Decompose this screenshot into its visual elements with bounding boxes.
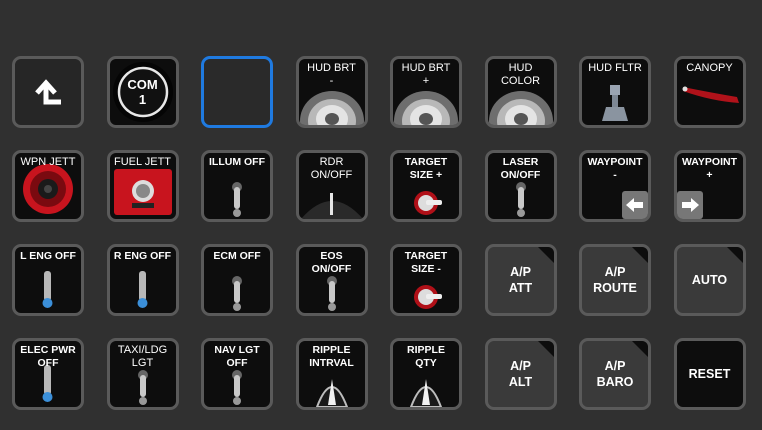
ap-route-button[interactable]: A/P ROUTE: [579, 244, 651, 316]
hud-fltr-label: HUD FLTR: [588, 62, 642, 74]
waypoint-plus-label: WAYPOINT +: [681, 156, 738, 181]
laser-onoff-button[interactable]: LASER ON/OFF: [484, 150, 557, 222]
illum-off-button[interactable]: ILLUM OFF: [201, 150, 273, 222]
wpn-jett-label: WPN JETT: [20, 156, 76, 168]
laser-onoff-label: LASER ON/OFF: [500, 156, 541, 181]
ap-alt-label: A/P ALT: [508, 359, 533, 389]
nav-lgt-off-button[interactable]: NAV LGT OFF: [201, 338, 273, 410]
auto-label: AUTO: [691, 273, 728, 287]
waypoint-plus-button[interactable]: WAYPOINT +: [673, 150, 746, 222]
l-eng-off-button[interactable]: L ENG OFF: [12, 244, 84, 316]
taxi-ldg-lgt-label: TAXI/LDG LGT: [117, 344, 168, 369]
ecm-off-button[interactable]: ECM OFF: [201, 244, 273, 316]
ripple-qty-label: RIPPLE QTY: [407, 344, 445, 369]
target-size-minus-label: TARGET SIZE -: [404, 250, 448, 275]
hud-brt-plus-button[interactable]: HUD BRT +: [390, 56, 462, 128]
r-eng-off-label: R ENG OFF: [113, 250, 172, 262]
canopy-button[interactable]: CANOPY: [673, 56, 746, 128]
ripple-intrval-label: RIPPLE INTRVAL: [309, 344, 354, 369]
target-size-plus-label: TARGET SIZE +: [404, 156, 448, 181]
canopy-label: CANOPY: [686, 62, 733, 74]
ap-att-label: A/P ATT: [508, 265, 533, 295]
fuel-jett-button[interactable]: FUEL JETT: [106, 150, 179, 222]
empty-button[interactable]: [201, 56, 273, 128]
com1-label: COM 1: [127, 77, 158, 107]
hud-brt-plus-label: HUD BRT +: [401, 62, 451, 87]
eos-onoff-button[interactable]: EOS ON/OFF: [295, 244, 368, 316]
nav-lgt-off-label: NAV LGT OFF: [214, 344, 260, 369]
wpn-jett-button[interactable]: WPN JETT: [12, 150, 84, 222]
ap-alt-button[interactable]: A/P ALT: [484, 338, 557, 410]
illum-off-label: ILLUM OFF: [209, 156, 265, 168]
rdr-onoff-button[interactable]: RDR ON/OFF: [295, 150, 368, 222]
elec-pwr-off-button[interactable]: ELEC PWR OFF: [12, 338, 84, 410]
target-size-minus-button[interactable]: TARGET SIZE -: [390, 244, 462, 316]
hud-color-label: HUD COLOR: [500, 62, 541, 87]
com1-button[interactable]: COM 1: [106, 56, 179, 128]
elec-pwr-off-label: ELEC PWR OFF: [20, 344, 76, 369]
ap-att-button[interactable]: A/P ATT: [484, 244, 557, 316]
hud-brt-minus-label: HUD BRT -: [307, 62, 356, 87]
back-button[interactable]: [12, 56, 84, 128]
waypoint-minus-label: WAYPOINT -: [587, 156, 643, 181]
hud-brt-minus-button[interactable]: HUD BRT -: [295, 56, 368, 128]
reset-label: RESET: [688, 367, 731, 381]
ecm-off-label: ECM OFF: [213, 250, 261, 262]
fuel-jett-label: FUEL JETT: [113, 156, 172, 168]
reset-button[interactable]: RESET: [673, 338, 746, 410]
hud-color-button[interactable]: HUD COLOR: [484, 56, 557, 128]
back-arrow-icon: [35, 79, 61, 105]
auto-button[interactable]: AUTO: [673, 244, 746, 316]
button-grid: COM 1 HUD BRT - HUD BRT + HUD COLOR HUD FLTR…: [12, 56, 746, 410]
ap-baro-button[interactable]: A/P BARO: [579, 338, 651, 410]
hud-fltr-button[interactable]: HUD FLTR: [579, 56, 651, 128]
eos-onoff-label: EOS ON/OFF: [311, 250, 352, 275]
taxi-ldg-lgt-button[interactable]: TAXI/LDG LGT: [106, 338, 179, 410]
rdr-onoff-label: RDR ON/OFF: [310, 156, 353, 181]
r-eng-off-button[interactable]: R ENG OFF: [106, 244, 179, 316]
ap-baro-label: A/P BARO: [596, 359, 634, 389]
l-eng-off-label: L ENG OFF: [20, 250, 76, 262]
ripple-qty-button[interactable]: RIPPLE QTY: [390, 338, 462, 410]
waypoint-minus-button[interactable]: WAYPOINT -: [579, 150, 651, 222]
target-size-plus-button[interactable]: TARGET SIZE +: [390, 150, 462, 222]
ripple-intrval-button[interactable]: RIPPLE INTRVAL: [295, 338, 368, 410]
ap-route-label: A/P ROUTE: [593, 265, 637, 295]
